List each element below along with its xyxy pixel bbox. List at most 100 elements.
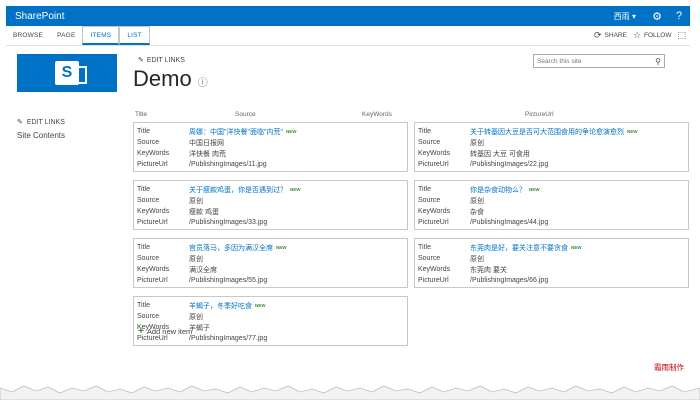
list-item: Title 周娜：中国"洋快餐"面临"内荒" NEW Source 中国日报网 Key…: [133, 122, 408, 172]
item-title-link[interactable]: 关于瘦款鸡蛋，你是否遇到过？: [189, 185, 287, 195]
item-title-link[interactable]: 羊蝎子，冬季好吃食: [189, 301, 252, 311]
share-icon: ⟳: [594, 30, 602, 40]
item-pictureurl: /PublishingImages/77.jpg: [189, 335, 268, 342]
field-label: Source: [137, 313, 160, 320]
new-badge: NEW: [255, 303, 266, 308]
item-keywords: 满汉全席: [189, 266, 217, 274]
item-keywords: 杂食: [470, 208, 484, 216]
brand-title[interactable]: SharePoint: [6, 11, 64, 22]
field-label: Source: [418, 197, 441, 204]
item-keywords: 洋快餐 肉荒: [189, 150, 226, 158]
ribbon-actions: ⟳ SHARE ☆ FOLLOW ⬚: [594, 26, 690, 45]
item-source: 原创: [189, 255, 203, 263]
field-label: Title: [137, 128, 150, 135]
item-keywords: 瘦款 鸡蛋: [189, 208, 219, 216]
gear-icon[interactable]: ⚙: [646, 6, 668, 26]
field-label: Title: [418, 244, 431, 251]
list-item: Title 羊蝎子，冬季好吃食 NEW Source 原创 KeyWords 羊蝎子 P…: [133, 296, 408, 346]
field-label: KeyWords: [418, 150, 451, 157]
pencil-icon: ✎: [17, 119, 23, 126]
search-icon[interactable]: ⚲: [655, 57, 664, 66]
item-title-link[interactable]: 你是杂食动物么？: [470, 185, 526, 195]
item-pictureurl: /PublishingImages/66.jpg: [470, 277, 549, 284]
column-header-title[interactable]: Title: [135, 111, 147, 118]
field-label: Title: [137, 244, 150, 251]
item-keywords: 转基因 大豆 可食用: [470, 150, 530, 158]
field-label: KeyWords: [137, 266, 170, 273]
tab-list[interactable]: LIST: [119, 26, 150, 45]
info-icon[interactable]: ⓘ: [198, 74, 208, 89]
tab-page[interactable]: PAGE: [50, 26, 82, 45]
plus-icon: +: [138, 326, 144, 337]
item-title-link[interactable]: 东莞肉是好，要关注意不要贪食: [470, 243, 568, 253]
item-source: 原创: [470, 139, 484, 147]
field-label: Title: [137, 302, 150, 309]
item-pictureurl: /PublishingImages/44.jpg: [470, 219, 549, 226]
add-new-item-button[interactable]: + Add new item: [138, 326, 192, 337]
item-source: 原创: [470, 255, 484, 263]
ribbon: BROWSE PAGE ITEMS LIST ⟳ SHARE ☆ FOLLOW …: [6, 26, 690, 46]
item-pictureurl: /PublishingImages/33.jpg: [189, 219, 268, 226]
share-button[interactable]: ⟳ SHARE: [594, 30, 627, 41]
question-icon[interactable]: ?: [668, 6, 690, 26]
new-badge: NEW: [571, 245, 582, 250]
sharepoint-logo-icon: S: [55, 61, 87, 85]
item-pictureurl: /PublishingImages/22.jpg: [470, 161, 549, 168]
search-input[interactable]: [534, 55, 646, 67]
leftnav-edit-links[interactable]: ✎ EDIT LINKS: [17, 118, 65, 127]
field-label: PictureUrl: [418, 161, 449, 168]
field-label: PictureUrl: [137, 161, 168, 168]
field-label: PictureUrl: [137, 277, 168, 284]
item-title-link[interactable]: 官员落马，多因为满汉全席: [189, 243, 273, 253]
follow-button[interactable]: ☆ FOLLOW: [633, 30, 672, 41]
share-label: SHARE: [604, 32, 627, 39]
new-badge: NEW: [627, 129, 638, 134]
credit-watermark: 霜雨制作: [654, 363, 684, 372]
add-new-item-label: Add new item: [146, 327, 193, 336]
follow-label: FOLLOW: [644, 32, 672, 39]
field-label: Source: [137, 139, 160, 146]
field-label: PictureUrl: [418, 277, 449, 284]
field-label: PictureUrl: [418, 219, 449, 226]
field-label: PictureUrl: [137, 219, 168, 226]
edit-links-top[interactable]: ✎ EDIT LINKS: [138, 56, 185, 65]
item-title-link[interactable]: 关于转基因大豆是否可大范围食用的争论愈演愈烈: [470, 127, 624, 137]
field-label: Title: [418, 186, 431, 193]
star-icon: ☆: [632, 30, 642, 40]
list-item: Title 官员落马，多因为满汉全席 NEW Source 原创 KeyWords 满汉…: [133, 238, 408, 288]
column-headers: Title Source KeyWords PictureUrl: [133, 111, 687, 121]
column-header-pictureurl[interactable]: PictureUrl: [525, 111, 554, 118]
item-source: 原创: [189, 313, 203, 321]
list-item: Title 关于转基因大豆是否可大范围食用的争论愈演愈烈 NEW Source 原创 …: [414, 122, 689, 172]
focus-icon[interactable]: ⬚: [677, 30, 686, 41]
field-label: Source: [137, 197, 160, 204]
tab-items[interactable]: ITEMS: [82, 26, 120, 45]
field-label: KeyWords: [137, 150, 170, 157]
site-contents-link[interactable]: Site Contents: [17, 131, 65, 140]
field-label: Source: [418, 255, 441, 262]
item-keywords: 东莞肉 要关: [470, 266, 507, 274]
list-item: Title 东莞肉是好，要关注意不要贪食 NEW Source 原创 KeyWords…: [414, 238, 689, 288]
site-logo[interactable]: S: [17, 54, 117, 92]
page-title-text: Demo: [133, 66, 192, 91]
list-item: Title 你是杂食动物么？ NEW Source 原创 KeyWords 杂食 Pic…: [414, 180, 689, 230]
field-label: KeyWords: [418, 208, 451, 215]
item-pictureurl: /PublishingImages/55.jpg: [189, 277, 268, 284]
user-menu[interactable]: 西雨 ▾: [604, 6, 646, 26]
pencil-icon: ✎: [138, 57, 144, 64]
item-title-link[interactable]: 周娜：中国"洋快餐"面临"内荒": [189, 127, 283, 137]
column-header-keywords[interactable]: KeyWords: [362, 111, 392, 118]
item-source: 原创: [470, 197, 484, 205]
new-badge: NEW: [285, 129, 297, 134]
page-title: Demo ⓘ: [133, 66, 208, 92]
leftnav-edit-links-label: EDIT LINKS: [26, 118, 65, 126]
suite-bar-right: 西雨 ▾ ⚙ ?: [604, 6, 690, 26]
item-source: 中国日报网: [189, 139, 224, 147]
item-pictureurl: /PublishingImages/11.jpg: [189, 161, 267, 168]
column-header-source[interactable]: Source: [235, 111, 256, 118]
tab-browse[interactable]: BROWSE: [6, 26, 50, 45]
field-label: KeyWords: [418, 266, 451, 273]
field-label: Source: [137, 255, 160, 262]
list-item: Title 关于瘦款鸡蛋，你是否遇到过？ NEW Source 原创 KeyWords…: [133, 180, 408, 230]
suite-bar: SharePoint 西雨 ▾ ⚙ ?: [6, 6, 690, 26]
